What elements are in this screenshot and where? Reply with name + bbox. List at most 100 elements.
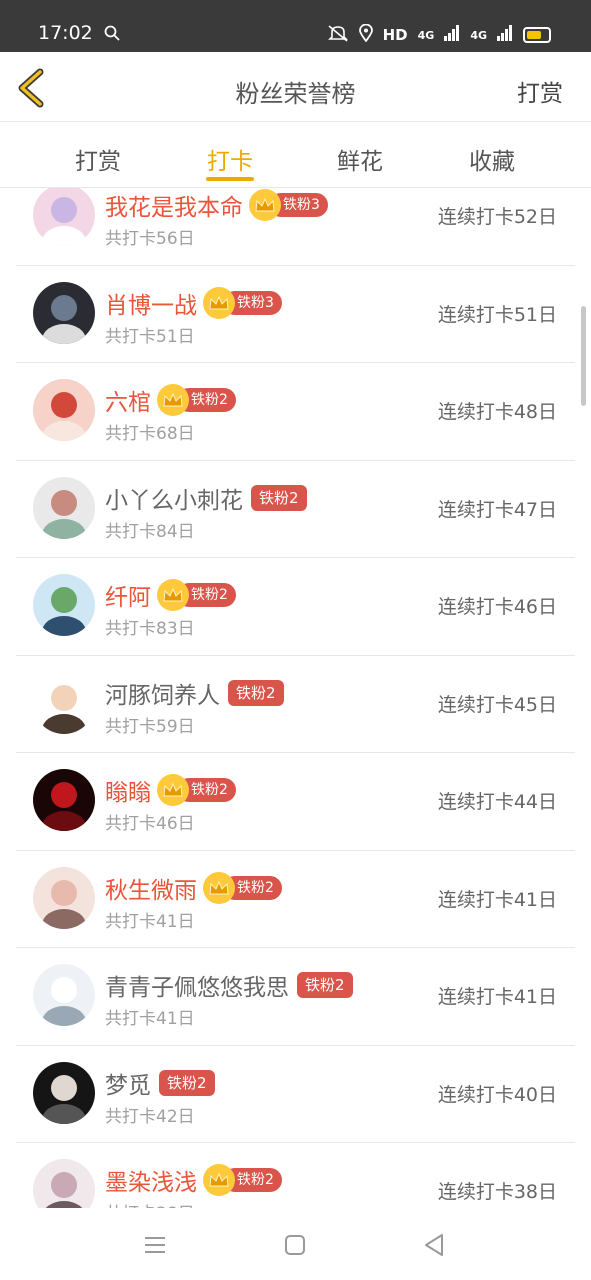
checkin-streak: 连续打卡45日 xyxy=(437,693,557,716)
total-checkin-count: 共打卡42日 xyxy=(105,1106,195,1127)
avatar[interactable] xyxy=(33,866,95,929)
name-line: 瞈瞈 铁粉2 xyxy=(105,773,236,807)
app-header: 粉丝荣誉榜 打赏 xyxy=(0,52,591,122)
vip-fan-badge: 铁粉2 xyxy=(203,871,282,904)
fan-list[interactable]: 我花是我本命 铁粉3 共打卡56日 连续打卡52日 肖博一战 铁粉3 共打卡51日 连续打卡5… xyxy=(0,188,591,1208)
avatar[interactable] xyxy=(33,281,95,344)
list-item[interactable]: 肖博一战 铁粉3 共打卡51日 连续打卡51日 xyxy=(16,266,575,363)
total-checkin-count: 共打卡38日 xyxy=(105,1199,195,1208)
fan-name[interactable]: 梦觅 xyxy=(105,1066,151,1100)
checkin-streak: 连续打卡47日 xyxy=(437,498,557,521)
tab-checkin[interactable]: 打卡 xyxy=(170,142,290,176)
reward-button[interactable]: 打赏 xyxy=(517,74,563,108)
total-checkin-count: 共打卡46日 xyxy=(105,814,195,834)
scrollbar[interactable] xyxy=(581,306,586,406)
list-item[interactable]: 六棺 铁粉2 共打卡68日 连续打卡48日 xyxy=(16,363,575,461)
signal-icon-2 xyxy=(497,25,513,45)
avatar[interactable] xyxy=(33,769,95,831)
menu-button[interactable] xyxy=(140,1230,170,1260)
name-line: 六棺 铁粉2 xyxy=(105,383,236,417)
crown-icon xyxy=(203,1164,235,1196)
name-line: 肖博一战 铁粉3 xyxy=(105,286,282,320)
crown-icon xyxy=(157,384,189,416)
tab-reward[interactable]: 打赏 xyxy=(38,142,158,176)
status-time: 17:02 xyxy=(38,22,93,44)
list-item[interactable]: 瞈瞈 铁粉2 共打卡46日 连续打卡44日 xyxy=(16,753,575,851)
fan-name[interactable]: 纤阿 xyxy=(105,578,151,612)
menu-icon xyxy=(145,1237,165,1253)
list-item[interactable]: 河豚饲养人 铁粉2 共打卡59日 连续打卡45日 xyxy=(16,656,575,753)
list-item[interactable]: 我花是我本命 铁粉3 共打卡56日 连续打卡52日 xyxy=(16,188,575,266)
vip-fan-badge: 铁粉2 xyxy=(203,1164,282,1196)
fan-name[interactable]: 秋生微雨 xyxy=(105,871,197,905)
avatar[interactable] xyxy=(33,1061,95,1124)
crown-icon xyxy=(203,286,235,319)
total-checkin-count: 共打卡68日 xyxy=(105,424,195,444)
hd-indicator: HD xyxy=(382,26,408,44)
avatar[interactable] xyxy=(33,574,95,636)
name-line: 我花是我本命 铁粉3 xyxy=(105,188,328,222)
avatar[interactable] xyxy=(33,964,95,1026)
name-line: 秋生微雨 铁粉2 xyxy=(105,871,282,905)
name-line: 纤阿 铁粉2 xyxy=(105,578,236,612)
avatar[interactable] xyxy=(33,476,95,539)
checkin-streak: 连续打卡41日 xyxy=(437,888,557,911)
crown-icon xyxy=(157,774,189,806)
location-icon xyxy=(358,23,373,46)
signal-label-2: 4G xyxy=(470,28,487,42)
fan-name[interactable]: 小丫么小刺花 xyxy=(105,481,243,515)
checkin-streak: 连续打卡48日 xyxy=(437,401,557,423)
total-checkin-count: 共打卡59日 xyxy=(105,716,195,737)
name-line: 梦觅 铁粉2 xyxy=(105,1066,215,1100)
list-item[interactable]: 青青子佩悠悠我思 铁粉2 共打卡41日 连续打卡41日 xyxy=(16,948,575,1046)
total-checkin-count: 共打卡56日 xyxy=(105,229,195,249)
total-checkin-count: 共打卡51日 xyxy=(105,326,195,347)
signal-icon xyxy=(444,25,460,45)
fan-level-badge: 铁粉2 xyxy=(159,1069,215,1096)
avatar[interactable] xyxy=(33,671,95,734)
avatar[interactable] xyxy=(33,1159,95,1208)
total-checkin-count: 共打卡41日 xyxy=(105,1009,195,1029)
crown-icon xyxy=(157,579,189,611)
fan-name[interactable]: 墨染浅浅 xyxy=(105,1163,197,1197)
fan-level-badge: 铁粉2 xyxy=(251,484,307,511)
fan-name[interactable]: 河豚饲养人 xyxy=(105,676,220,710)
avatar[interactable] xyxy=(33,188,95,246)
list-item[interactable]: 小丫么小刺花 铁粉2 共打卡84日 连续打卡47日 xyxy=(16,461,575,558)
fan-name[interactable]: 肖博一战 xyxy=(105,286,197,320)
list-item[interactable]: 秋生微雨 铁粉2 共打卡41日 连续打卡41日 xyxy=(16,851,575,948)
back-triangle-icon xyxy=(425,1234,443,1256)
total-checkin-count: 共打卡83日 xyxy=(105,619,195,639)
name-line: 小丫么小刺花 铁粉2 xyxy=(105,481,307,515)
tab-favorites[interactable]: 收藏 xyxy=(432,142,552,176)
fan-name[interactable]: 六棺 xyxy=(105,383,151,417)
search-icon xyxy=(104,25,120,45)
list-item[interactable]: 梦觅 铁粉2 共打卡42日 连续打卡40日 xyxy=(16,1046,575,1143)
name-line: 墨染浅浅 铁粉2 xyxy=(105,1163,282,1197)
avatar[interactable] xyxy=(33,379,95,441)
total-checkin-count: 共打卡84日 xyxy=(105,521,195,542)
fan-name[interactable]: 瞈瞈 xyxy=(105,773,151,807)
tab-flowers[interactable]: 鲜花 xyxy=(300,142,420,176)
tab-bar: 打赏 打卡 鲜花 收藏 xyxy=(0,122,591,188)
list-item[interactable]: 纤阿 铁粉2 共打卡83日 连续打卡46日 xyxy=(16,558,575,656)
page-title: 粉丝荣誉榜 xyxy=(235,80,356,108)
vip-fan-badge: 铁粉2 xyxy=(157,384,236,416)
checkin-streak: 连续打卡51日 xyxy=(437,303,557,326)
back-nav-button[interactable] xyxy=(420,1230,450,1260)
status-bar: 17:02 HD 4G 4G xyxy=(0,0,591,52)
home-button[interactable] xyxy=(280,1230,310,1260)
fan-level-badge: 铁粉2 xyxy=(297,972,353,998)
fan-name[interactable]: 青青子佩悠悠我思 xyxy=(105,968,289,1002)
crown-icon xyxy=(203,871,235,904)
vip-fan-badge: 铁粉3 xyxy=(249,189,328,221)
list-item[interactable]: 墨染浅浅铁粉2 共打卡38日 连续打卡38日 xyxy=(16,1143,575,1208)
checkin-streak: 连续打卡41日 xyxy=(437,986,557,1008)
checkin-streak: 连续打卡52日 xyxy=(437,206,557,228)
mute-icon xyxy=(327,24,349,46)
total-checkin-count: 共打卡41日 xyxy=(105,911,195,932)
active-tab-indicator xyxy=(206,177,254,181)
checkin-streak: 连续打卡38日 xyxy=(437,1181,557,1203)
fan-level-badge: 铁粉2 xyxy=(228,679,284,706)
fan-name[interactable]: 我花是我本命 xyxy=(105,188,243,222)
